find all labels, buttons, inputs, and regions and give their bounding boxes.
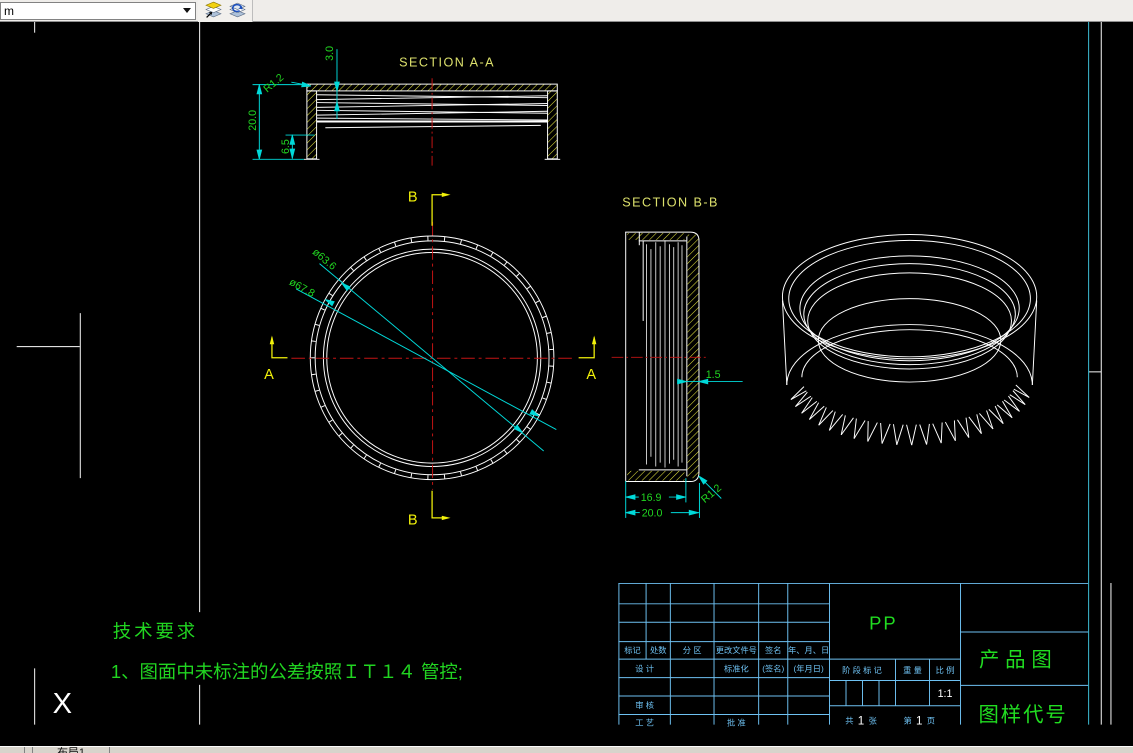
bb-dim-wall: 1.5: [706, 369, 721, 381]
tb-header-sign: 签名: [765, 645, 781, 655]
marker-b-top: B: [408, 190, 418, 206]
tb-pages-page: 1: [916, 715, 922, 728]
tb-product-title: 产品图: [979, 648, 1058, 671]
ucs-x-label: X: [53, 688, 72, 720]
plan-view: B B A A ø63.6 ø67.8: [264, 190, 596, 529]
layer-tools-group: [198, 0, 253, 22]
tb-header-count: 处数: [650, 645, 666, 655]
aa-dim-pitch: 3.0: [324, 46, 336, 61]
tb-row-design: 设 计: [635, 663, 654, 673]
tb-row-approve: 批 准: [727, 718, 746, 728]
tb-pages-page-prefix: 第: [904, 716, 912, 726]
sheet-frame: [16, 22, 1112, 725]
section-markers: [271, 194, 595, 519]
layer-previous-icon: [228, 1, 246, 21]
marker-a-left: A: [264, 367, 274, 383]
tb-scale-value: 1:1: [938, 688, 953, 700]
combo-dropdown-icon[interactable]: [179, 3, 195, 19]
tb-header-date: 年、月、日: [788, 645, 829, 655]
tb-row-review: 审 核: [635, 700, 654, 710]
tb-header-change-doc: 更改文件号: [716, 645, 757, 655]
tb-material: PP: [869, 613, 897, 634]
plan-dim-dia-minor: ø63.6: [310, 246, 339, 273]
tb-row-date-hint: (年月日): [794, 663, 824, 673]
bb-dim-radius: R1.2: [699, 482, 724, 506]
layer-combo-value: m: [4, 3, 14, 18]
aa-dim-height: 20.0: [247, 110, 259, 131]
marker-b-bottom: B: [408, 513, 418, 529]
tab-layout1[interactable]: 布局1: [32, 747, 110, 753]
aa-dim-skirt: 6.5: [280, 139, 292, 154]
bb-dim-outer: 20.0: [642, 507, 663, 519]
tb-pages-page-suffix: 页: [927, 717, 935, 726]
section-bb-view: SECTION B-B 1.5 R1.2 16.9 20.0: [611, 195, 743, 519]
marker-a-right: A: [586, 367, 596, 383]
layer-previous-button[interactable]: [225, 1, 249, 21]
toolbar: m: [0, 0, 1133, 22]
tb-code-label: 图样代号: [978, 704, 1067, 727]
section-aa-title: SECTION A-A: [399, 56, 495, 70]
tb-header-zone: 分 区: [683, 646, 702, 655]
layout-tabbar: 布局1: [0, 746, 1133, 753]
tb-pages-total-suffix: 张: [869, 717, 877, 726]
plan-dim-dia-major: ø67.8: [287, 276, 317, 300]
tech-notes-item1: 1、图面中未标注的公差按照ＩＴ１４ 管控;: [111, 661, 463, 682]
make-object-layer-current-button[interactable]: [201, 1, 225, 21]
tb-header-mark: 标记: [624, 645, 640, 655]
drawing-canvas[interactable]: X SECTION A-A 20.0 6.5 3.0 R1.2 B B A A …: [0, 22, 1133, 746]
cad-drawing: X SECTION A-A 20.0 6.5 3.0 R1.2 B B A A …: [16, 22, 1112, 728]
section-bb-title: SECTION B-B: [622, 195, 719, 209]
tb-row-standardize: 标准化: [724, 663, 749, 673]
tb-row-process: 工 艺: [635, 719, 654, 728]
tb-stage-mark: 阶 段 标 记: [842, 665, 882, 675]
aa-dim-radius: R1.2: [261, 71, 286, 95]
bb-dim-inner: 16.9: [641, 492, 662, 504]
ucs-icon: X: [34, 668, 72, 725]
layer-combo[interactable]: m: [0, 1, 196, 20]
tech-notes: 技术要求 1、图面中未标注的公差按照ＩＴ１４ 管控;: [111, 620, 463, 682]
tab-layout1-label: 布局1: [56, 747, 86, 753]
isometric-view: [781, 234, 1038, 446]
tb-stage-weight: 重 量: [903, 665, 922, 675]
title-block: 标记 处数 分 区 更改文件号 签名 年、月、日 设 计 标准化 (签名) (年…: [618, 582, 1089, 728]
tab-scroll-mark: [4, 747, 25, 753]
tb-row-sign-hint: (签名): [762, 663, 784, 673]
section-aa-view: SECTION A-A 20.0 6.5 3.0 R1.2: [247, 46, 561, 166]
make-object-layer-current-icon: [204, 1, 222, 21]
tb-pages-total: 1: [858, 715, 864, 728]
tb-stage-scale: 比 例: [936, 665, 955, 675]
tech-notes-heading: 技术要求: [113, 620, 198, 641]
tb-pages-total-prefix: 共: [845, 717, 853, 726]
